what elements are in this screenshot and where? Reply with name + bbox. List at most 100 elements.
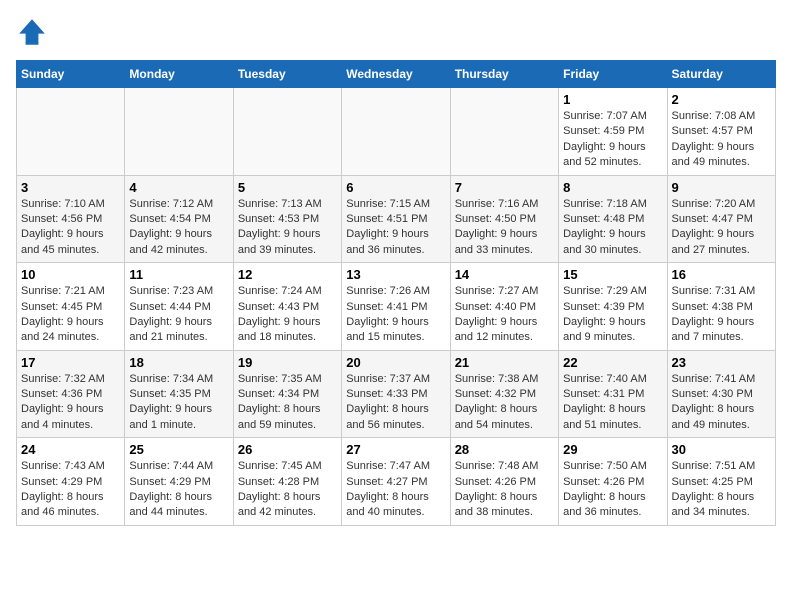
day-info: Sunrise: 7:43 AM Sunset: 4:29 PM Dayligh… <box>21 459 120 521</box>
sunset: Sunset: 4:47 PM <box>672 213 753 225</box>
sunset: Sunset: 4:34 PM <box>238 388 319 400</box>
day-info: Sunrise: 7:45 AM Sunset: 4:28 PM Dayligh… <box>238 459 337 521</box>
daylight: Daylight: 8 hours and 36 minutes. <box>563 491 646 518</box>
calendar-cell: 14 Sunrise: 7:27 AM Sunset: 4:40 PM Dayl… <box>450 263 558 351</box>
sunset: Sunset: 4:33 PM <box>346 388 427 400</box>
sunrise: Sunrise: 7:35 AM <box>238 373 322 385</box>
day-info: Sunrise: 7:32 AM Sunset: 4:36 PM Dayligh… <box>21 372 120 434</box>
day-info: Sunrise: 7:47 AM Sunset: 4:27 PM Dayligh… <box>346 459 445 521</box>
sunset: Sunset: 4:57 PM <box>672 125 753 137</box>
daylight: Daylight: 9 hours and 36 minutes. <box>346 228 429 255</box>
sunrise: Sunrise: 7:43 AM <box>21 460 105 472</box>
sunrise: Sunrise: 7:38 AM <box>455 373 539 385</box>
sunset: Sunset: 4:31 PM <box>563 388 644 400</box>
sunset: Sunset: 4:43 PM <box>238 301 319 313</box>
day-number: 19 <box>238 355 337 370</box>
calendar-cell <box>450 88 558 176</box>
day-info: Sunrise: 7:51 AM Sunset: 4:25 PM Dayligh… <box>672 459 771 521</box>
daylight: Daylight: 9 hours and 21 minutes. <box>129 316 212 343</box>
daylight: Daylight: 9 hours and 33 minutes. <box>455 228 538 255</box>
calendar-cell <box>17 88 125 176</box>
calendar-cell: 16 Sunrise: 7:31 AM Sunset: 4:38 PM Dayl… <box>667 263 775 351</box>
day-info: Sunrise: 7:41 AM Sunset: 4:30 PM Dayligh… <box>672 372 771 434</box>
sunset: Sunset: 4:28 PM <box>238 476 319 488</box>
day-of-week-header: Sunday <box>17 61 125 88</box>
calendar-cell: 22 Sunrise: 7:40 AM Sunset: 4:31 PM Dayl… <box>559 350 667 438</box>
sunset: Sunset: 4:45 PM <box>21 301 102 313</box>
sunset: Sunset: 4:40 PM <box>455 301 536 313</box>
day-number: 3 <box>21 180 120 195</box>
day-number: 7 <box>455 180 554 195</box>
daylight: Daylight: 9 hours and 1 minute. <box>129 403 212 430</box>
day-number: 23 <box>672 355 771 370</box>
calendar-cell: 13 Sunrise: 7:26 AM Sunset: 4:41 PM Dayl… <box>342 263 450 351</box>
sunrise: Sunrise: 7:23 AM <box>129 285 213 297</box>
daylight: Daylight: 9 hours and 39 minutes. <box>238 228 321 255</box>
day-number: 2 <box>672 92 771 107</box>
sunrise: Sunrise: 7:45 AM <box>238 460 322 472</box>
calendar-cell: 25 Sunrise: 7:44 AM Sunset: 4:29 PM Dayl… <box>125 438 233 526</box>
day-info: Sunrise: 7:15 AM Sunset: 4:51 PM Dayligh… <box>346 197 445 259</box>
sunrise: Sunrise: 7:31 AM <box>672 285 756 297</box>
day-of-week-header: Monday <box>125 61 233 88</box>
calendar-cell: 10 Sunrise: 7:21 AM Sunset: 4:45 PM Dayl… <box>17 263 125 351</box>
day-info: Sunrise: 7:34 AM Sunset: 4:35 PM Dayligh… <box>129 372 228 434</box>
calendar-cell: 6 Sunrise: 7:15 AM Sunset: 4:51 PM Dayli… <box>342 175 450 263</box>
calendar-table: SundayMondayTuesdayWednesdayThursdayFrid… <box>16 60 776 526</box>
calendar-body: 1 Sunrise: 7:07 AM Sunset: 4:59 PM Dayli… <box>17 88 776 526</box>
day-info: Sunrise: 7:20 AM Sunset: 4:47 PM Dayligh… <box>672 197 771 259</box>
sunrise: Sunrise: 7:37 AM <box>346 373 430 385</box>
sunrise: Sunrise: 7:26 AM <box>346 285 430 297</box>
calendar-cell: 24 Sunrise: 7:43 AM Sunset: 4:29 PM Dayl… <box>17 438 125 526</box>
sunset: Sunset: 4:36 PM <box>21 388 102 400</box>
sunset: Sunset: 4:44 PM <box>129 301 210 313</box>
calendar-cell: 11 Sunrise: 7:23 AM Sunset: 4:44 PM Dayl… <box>125 263 233 351</box>
day-info: Sunrise: 7:50 AM Sunset: 4:26 PM Dayligh… <box>563 459 662 521</box>
daylight: Daylight: 9 hours and 42 minutes. <box>129 228 212 255</box>
sunrise: Sunrise: 7:13 AM <box>238 198 322 210</box>
day-number: 5 <box>238 180 337 195</box>
daylight: Daylight: 8 hours and 56 minutes. <box>346 403 429 430</box>
day-info: Sunrise: 7:27 AM Sunset: 4:40 PM Dayligh… <box>455 284 554 346</box>
page-header <box>16 16 776 48</box>
days-of-week-row: SundayMondayTuesdayWednesdayThursdayFrid… <box>17 61 776 88</box>
sunrise: Sunrise: 7:07 AM <box>563 110 647 122</box>
day-info: Sunrise: 7:08 AM Sunset: 4:57 PM Dayligh… <box>672 109 771 171</box>
sunset: Sunset: 4:54 PM <box>129 213 210 225</box>
day-info: Sunrise: 7:10 AM Sunset: 4:56 PM Dayligh… <box>21 197 120 259</box>
calendar-cell: 12 Sunrise: 7:24 AM Sunset: 4:43 PM Dayl… <box>233 263 341 351</box>
day-info: Sunrise: 7:23 AM Sunset: 4:44 PM Dayligh… <box>129 284 228 346</box>
sunset: Sunset: 4:59 PM <box>563 125 644 137</box>
sunset: Sunset: 4:41 PM <box>346 301 427 313</box>
day-info: Sunrise: 7:21 AM Sunset: 4:45 PM Dayligh… <box>21 284 120 346</box>
day-of-week-header: Friday <box>559 61 667 88</box>
sunrise: Sunrise: 7:10 AM <box>21 198 105 210</box>
day-info: Sunrise: 7:26 AM Sunset: 4:41 PM Dayligh… <box>346 284 445 346</box>
day-of-week-header: Tuesday <box>233 61 341 88</box>
daylight: Daylight: 9 hours and 4 minutes. <box>21 403 104 430</box>
day-number: 28 <box>455 442 554 457</box>
sunrise: Sunrise: 7:20 AM <box>672 198 756 210</box>
calendar-cell: 27 Sunrise: 7:47 AM Sunset: 4:27 PM Dayl… <box>342 438 450 526</box>
day-info: Sunrise: 7:48 AM Sunset: 4:26 PM Dayligh… <box>455 459 554 521</box>
daylight: Daylight: 9 hours and 30 minutes. <box>563 228 646 255</box>
daylight: Daylight: 9 hours and 49 minutes. <box>672 141 755 168</box>
daylight: Daylight: 9 hours and 15 minutes. <box>346 316 429 343</box>
sunset: Sunset: 4:50 PM <box>455 213 536 225</box>
day-info: Sunrise: 7:44 AM Sunset: 4:29 PM Dayligh… <box>129 459 228 521</box>
calendar-cell: 9 Sunrise: 7:20 AM Sunset: 4:47 PM Dayli… <box>667 175 775 263</box>
day-number: 27 <box>346 442 445 457</box>
sunset: Sunset: 4:29 PM <box>129 476 210 488</box>
daylight: Daylight: 8 hours and 59 minutes. <box>238 403 321 430</box>
day-info: Sunrise: 7:07 AM Sunset: 4:59 PM Dayligh… <box>563 109 662 171</box>
daylight: Daylight: 8 hours and 42 minutes. <box>238 491 321 518</box>
day-number: 9 <box>672 180 771 195</box>
day-info: Sunrise: 7:12 AM Sunset: 4:54 PM Dayligh… <box>129 197 228 259</box>
day-number: 29 <box>563 442 662 457</box>
sunset: Sunset: 4:26 PM <box>563 476 644 488</box>
day-of-week-header: Thursday <box>450 61 558 88</box>
sunrise: Sunrise: 7:41 AM <box>672 373 756 385</box>
sunrise: Sunrise: 7:08 AM <box>672 110 756 122</box>
day-number: 16 <box>672 267 771 282</box>
day-number: 26 <box>238 442 337 457</box>
